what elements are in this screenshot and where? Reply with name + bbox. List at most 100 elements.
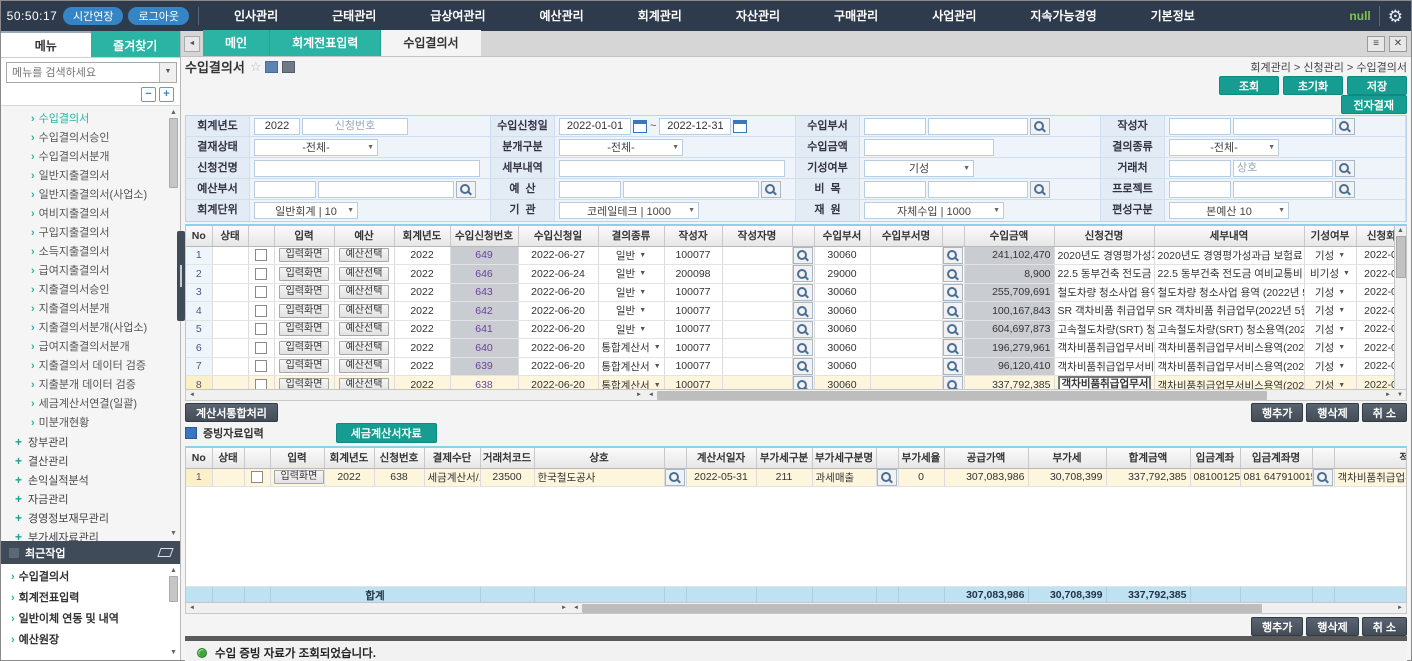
grid1-horizontal-scrollbar[interactable]: ◄ ► ◄ ► ▼ [185, 390, 1407, 401]
input-screen-button[interactable]: 입력화면 [279, 322, 330, 336]
field-input[interactable] [928, 118, 1028, 135]
cell-input[interactable]: 입력화면 [274, 265, 334, 284]
input-screen-button[interactable]: 입력화면 [279, 267, 330, 281]
reset-button[interactable]: 초기화 [1283, 76, 1343, 95]
cancel-button[interactable]: 취 소 [1362, 617, 1407, 636]
column-header-수입부서명[interactable]: 수입부서명 [870, 226, 942, 246]
row-checkbox[interactable] [255, 249, 267, 261]
column-header-결제수단[interactable]: 결제수단 [424, 448, 480, 468]
tab-메인[interactable]: 메인 [203, 30, 270, 56]
cell-budget[interactable]: 예산선택 [334, 320, 394, 339]
cell-mag3[interactable] [1312, 468, 1334, 487]
invoice-merge-button[interactable]: 계산서통합처리 [185, 403, 278, 422]
cell-reqno[interactable]: 646 [450, 265, 518, 284]
cell-budget[interactable]: 예산선택 [334, 265, 394, 284]
field-input[interactable] [1233, 181, 1333, 198]
scrollbar-thumb[interactable] [582, 604, 1262, 613]
cell-amount[interactable]: 255,709,691 [964, 283, 1054, 302]
column-header-상태[interactable]: 상태 [212, 226, 248, 246]
search-lookup-button[interactable] [943, 302, 963, 319]
cell-budget[interactable]: 예산선택 [334, 246, 394, 265]
sidebar-tab-menu[interactable]: 메뉴 [1, 31, 91, 57]
cell-reqno[interactable]: 640 [450, 339, 518, 358]
cell-reqno[interactable]: 639 [450, 357, 518, 376]
scrollbar-thumb[interactable] [657, 391, 1267, 400]
field-select[interactable]: -전체-▼ [1169, 139, 1279, 156]
delete-row-button[interactable]: 행삭제 [1306, 617, 1358, 636]
budget-select-button[interactable]: 예산선택 [339, 248, 390, 262]
row-checkbox[interactable] [251, 471, 263, 483]
cell-mag2[interactable] [942, 302, 964, 321]
cell-chk[interactable] [244, 468, 270, 487]
search-lookup-button[interactable] [1030, 181, 1050, 198]
column-header-수입신청번호[interactable]: 수입신청번호 [450, 226, 518, 246]
cell-budget[interactable]: 예산선택 [334, 339, 394, 358]
row-checkbox[interactable] [255, 360, 267, 372]
time-extend-button[interactable]: 시간연장 [63, 7, 123, 25]
scroll-down-icon[interactable]: ▼ [170, 529, 177, 539]
column-header-No[interactable]: No [186, 226, 212, 246]
cell-gisung[interactable]: 기성▼ [1304, 376, 1356, 390]
column-header-세부내역[interactable]: 세부내역 [1154, 226, 1304, 246]
column-header-적요[interactable]: 적요 [1334, 448, 1406, 468]
field-input[interactable] [254, 181, 316, 198]
sidebar-item-세금계산서연결(일괄)[interactable]: ›세금계산서연결(일괄) [1, 395, 180, 414]
top-menu-item[interactable]: 구매관리 [807, 1, 905, 31]
cell-mag1[interactable] [792, 357, 814, 376]
tree-expand-button[interactable]: + [159, 87, 174, 102]
sidebar-item-소득지출결의서[interactable]: ›소득지출결의서 [1, 243, 180, 262]
field-input[interactable] [864, 139, 994, 156]
search-lookup-button[interactable] [761, 181, 781, 198]
cell-input[interactable]: 입력화면 [270, 468, 324, 487]
favorite-star-icon[interactable]: ☆ [250, 59, 262, 75]
sidebar-item-수입결의서[interactable]: ›수입결의서 [1, 110, 180, 129]
field-select[interactable]: 코레일테크 | 1000▼ [559, 202, 699, 219]
budget-select-button[interactable]: 예산선택 [339, 267, 390, 281]
tab-수입결의서[interactable]: 수입결의서 [381, 30, 480, 56]
cell-kind[interactable]: 통합계산서▼ [598, 339, 664, 358]
cell-select[interactable]: 일반▼ [602, 248, 661, 263]
field-select[interactable]: -전체-▼ [254, 139, 378, 156]
screen-popup-icon[interactable] [265, 61, 278, 73]
search-lookup-button[interactable] [943, 339, 963, 356]
search-lookup-button[interactable] [793, 284, 813, 301]
sidebar-item-급여지출결의서분개[interactable]: ›급여지출결의서분개 [1, 338, 180, 357]
cell-kind[interactable]: 일반▼ [598, 302, 664, 321]
column-header-회계년도[interactable]: 회계년도 [324, 448, 374, 468]
search-lookup-button[interactable] [1335, 118, 1355, 135]
column-header-예산[interactable]: 예산 [334, 226, 394, 246]
cell-kind[interactable]: 통합계산서▼ [598, 357, 664, 376]
cell-reqno[interactable]: 638 [450, 376, 518, 390]
table-row[interactable]: 5입력화면예산선택20226412022-06-20일반▼10007730060… [186, 320, 1394, 339]
cell-kind[interactable]: 통합계산서▼ [598, 376, 664, 390]
cell-amount[interactable]: 96,120,410 [964, 357, 1054, 376]
search-lookup-button[interactable] [793, 376, 813, 389]
field-input[interactable] [302, 118, 408, 135]
search-lookup-button[interactable] [456, 181, 476, 198]
table-row[interactable]: 3입력화면예산선택20226432022-06-20일반▼10007730060… [186, 283, 1394, 302]
cell-amount[interactable]: 196,279,961 [964, 339, 1054, 358]
sidebar-item-급여지출결의서[interactable]: ›급여지출결의서 [1, 262, 180, 281]
search-lookup-button[interactable] [793, 339, 813, 356]
column-header-신청번호[interactable]: 신청번호 [374, 448, 424, 468]
cell-select[interactable]: 일반▼ [602, 266, 661, 281]
cancel-button[interactable]: 취 소 [1362, 403, 1407, 422]
cell-mag1[interactable] [792, 246, 814, 265]
cell-mag2[interactable] [942, 339, 964, 358]
cell-kind[interactable]: 일반▼ [598, 246, 664, 265]
sidebar-item-부가세자료관리[interactable]: +부가세자료관리 [1, 528, 180, 541]
sidebar-item-지출결의서분개(사업소)[interactable]: ›지출결의서분개(사업소) [1, 319, 180, 338]
cell-budget[interactable]: 예산선택 [334, 376, 394, 390]
cell-input[interactable]: 입력화면 [274, 283, 334, 302]
column-header-기성여부[interactable]: 기성여부 [1304, 226, 1356, 246]
search-lookup-button[interactable] [665, 469, 685, 486]
field-input[interactable] [559, 118, 631, 135]
grid2-horizontal-scrollbar[interactable]: ◄ ► ◄ ► [185, 603, 1407, 614]
field-input[interactable] [659, 118, 731, 135]
recent-scrollbar[interactable]: ▲ ▼ [168, 566, 179, 658]
input-screen-button[interactable]: 입력화면 [279, 248, 330, 262]
input-screen-button[interactable]: 입력화면 [279, 341, 330, 355]
row-checkbox[interactable] [255, 323, 267, 335]
close-tab-icon[interactable]: ✕ [1389, 36, 1407, 52]
table-row[interactable]: 7입력화면예산선택20226392022-06-20통합계산서▼10007730… [186, 357, 1394, 376]
